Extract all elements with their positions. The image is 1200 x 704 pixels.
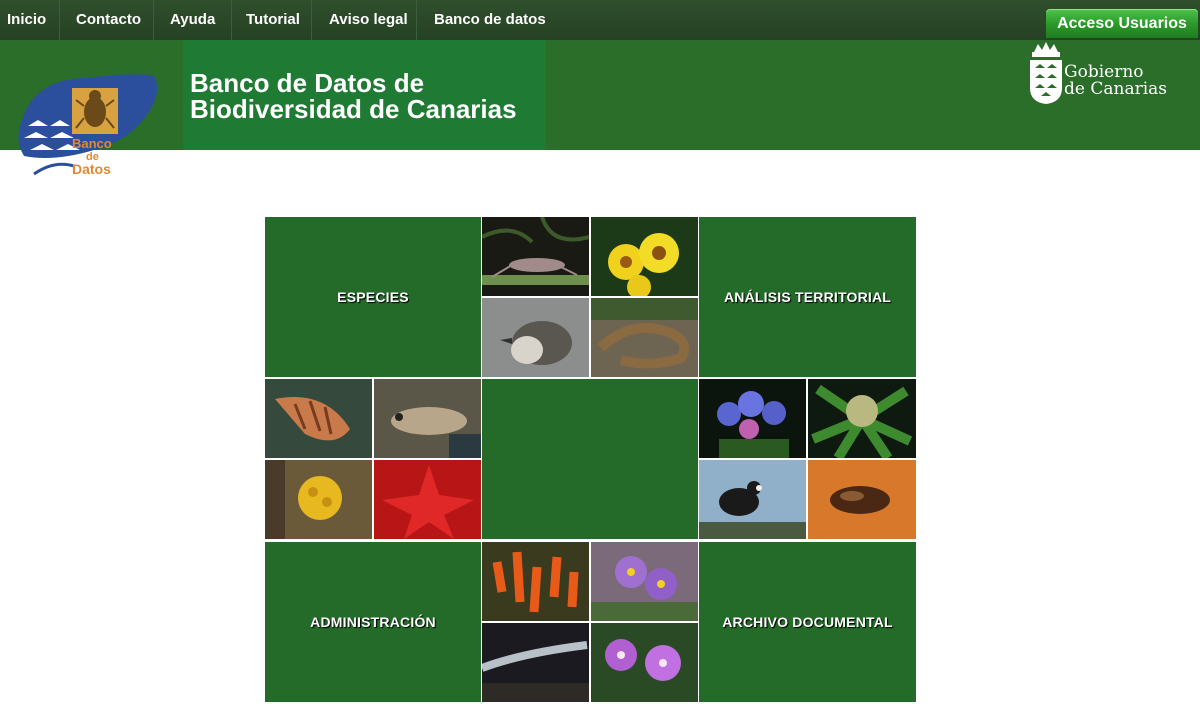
photo-bird-petrel <box>482 298 589 377</box>
photo-beetle <box>808 460 916 539</box>
photo-eel <box>482 623 589 702</box>
top-nav-bar: Inicio Contacto Ayuda Tutorial Aviso leg… <box>0 0 1200 40</box>
center-panel <box>482 379 698 539</box>
photo-sponge <box>265 460 372 539</box>
nav-tutorial[interactable]: Tutorial <box>232 0 312 40</box>
nav-inicio[interactable]: Inicio <box>0 0 60 40</box>
photo-fish <box>374 379 481 458</box>
photo-green-plant <box>808 379 916 458</box>
nav-aviso-legal[interactable]: Aviso legal <box>312 0 417 40</box>
title-line-2: Biodiversidad de Canarias <box>190 94 517 124</box>
logo-text-datos: Datos <box>72 161 111 177</box>
photo-starfish <box>374 460 481 539</box>
main-grid: ESPECIES ANÁLISIS TERRITORIAL ADMINISTRA… <box>265 217 916 702</box>
gobierno-canarias-text: Gobierno de Canarias <box>1064 64 1167 98</box>
gov-line-2: de Canarias <box>1064 79 1167 99</box>
photo-grasshopper <box>482 217 589 296</box>
administracion-panel[interactable]: ADMINISTRACIÓN <box>265 542 481 702</box>
logo-text-banco: Banco <box>72 136 112 151</box>
nav-contacto[interactable]: Contacto <box>60 0 154 40</box>
header-banner <box>0 40 1200 150</box>
photo-blue-flowers <box>699 379 806 458</box>
title-line-1: Banco de Datos de <box>190 68 425 98</box>
photo-orange-flowers <box>482 542 589 621</box>
photo-purple-flowers <box>591 542 698 621</box>
analisis-territorial-panel[interactable]: ANÁLISIS TERRITORIAL <box>699 217 916 377</box>
acceso-usuarios-button[interactable]: Acceso Usuarios <box>1046 9 1198 38</box>
nav-ayuda[interactable]: Ayuda <box>154 0 232 40</box>
archivo-documental-panel[interactable]: ARCHIVO DOCUMENTAL <box>699 542 916 702</box>
especies-panel[interactable]: ESPECIES <box>265 217 481 377</box>
photo-shell <box>265 379 372 458</box>
banco-de-datos-logo[interactable]: Banco de Datos <box>14 70 164 182</box>
photo-lizard <box>591 298 698 377</box>
page-title: Banco de Datos de Biodiversidad de Canar… <box>190 70 517 122</box>
photo-violet-flowers <box>591 623 698 702</box>
photo-yellow-flowers <box>591 217 698 296</box>
nav-banco-de-datos[interactable]: Banco de datos <box>417 0 557 40</box>
coat-of-arms-icon <box>1030 42 1062 104</box>
photo-coot-bird <box>699 460 806 539</box>
logo-graphic: Banco de Datos <box>18 74 158 177</box>
